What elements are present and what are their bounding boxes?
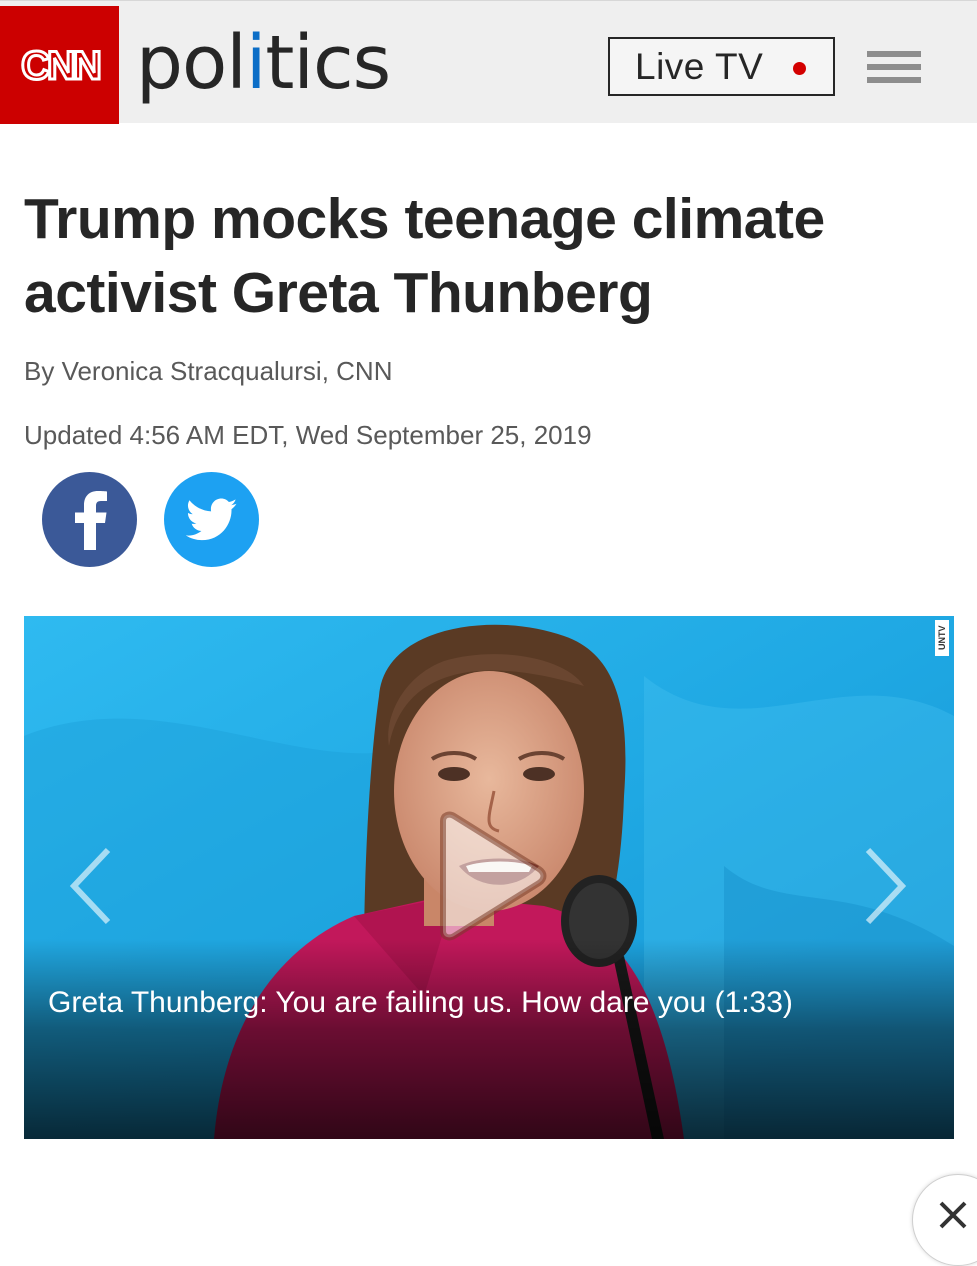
twitter-share-button[interactable] bbox=[164, 472, 259, 567]
article-byline: By Veronica Stracqualursi, CNN bbox=[24, 356, 393, 386]
live-tv-label: Live TV bbox=[635, 45, 764, 87]
section-title-part: pol bbox=[136, 20, 247, 106]
previous-video-button[interactable] bbox=[66, 846, 116, 926]
chevron-right-icon bbox=[865, 847, 907, 925]
live-tv-button[interactable]: Live TV bbox=[608, 37, 835, 96]
next-video-button[interactable] bbox=[860, 846, 910, 926]
section-title-accent: i bbox=[245, 20, 267, 106]
facebook-icon bbox=[74, 490, 107, 550]
hamburger-menu-icon[interactable] bbox=[867, 51, 921, 87]
site-header: CNN politics Live TV bbox=[0, 0, 977, 124]
facebook-share-button[interactable] bbox=[42, 472, 137, 567]
cnn-logo-icon: CNN bbox=[19, 43, 104, 90]
twitter-icon bbox=[185, 498, 237, 540]
play-icon bbox=[440, 811, 547, 941]
article-timestamp: Updated 4:56 AM EDT, Wed September 25, 2… bbox=[24, 420, 592, 450]
svg-text:CNN: CNN bbox=[21, 44, 100, 88]
video-player[interactable]: UNTV Greta Thunberg: You are failing us.… bbox=[24, 616, 954, 1139]
article-headline: Trump mocks teenage climate activist Gre… bbox=[24, 187, 825, 325]
chevron-left-icon bbox=[69, 847, 111, 925]
video-caption: Greta Thunberg: You are failing us. How … bbox=[48, 986, 793, 1019]
section-title-politics[interactable]: politics bbox=[136, 15, 391, 111]
caption-overlay bbox=[24, 939, 954, 1139]
live-indicator-icon bbox=[793, 62, 806, 75]
cnn-logo[interactable]: CNN bbox=[0, 6, 119, 124]
close-button[interactable] bbox=[912, 1174, 977, 1266]
section-title-part: tics bbox=[265, 20, 391, 106]
video-watermark: UNTV bbox=[935, 620, 949, 656]
play-button[interactable] bbox=[429, 811, 549, 941]
close-icon bbox=[939, 1201, 967, 1229]
